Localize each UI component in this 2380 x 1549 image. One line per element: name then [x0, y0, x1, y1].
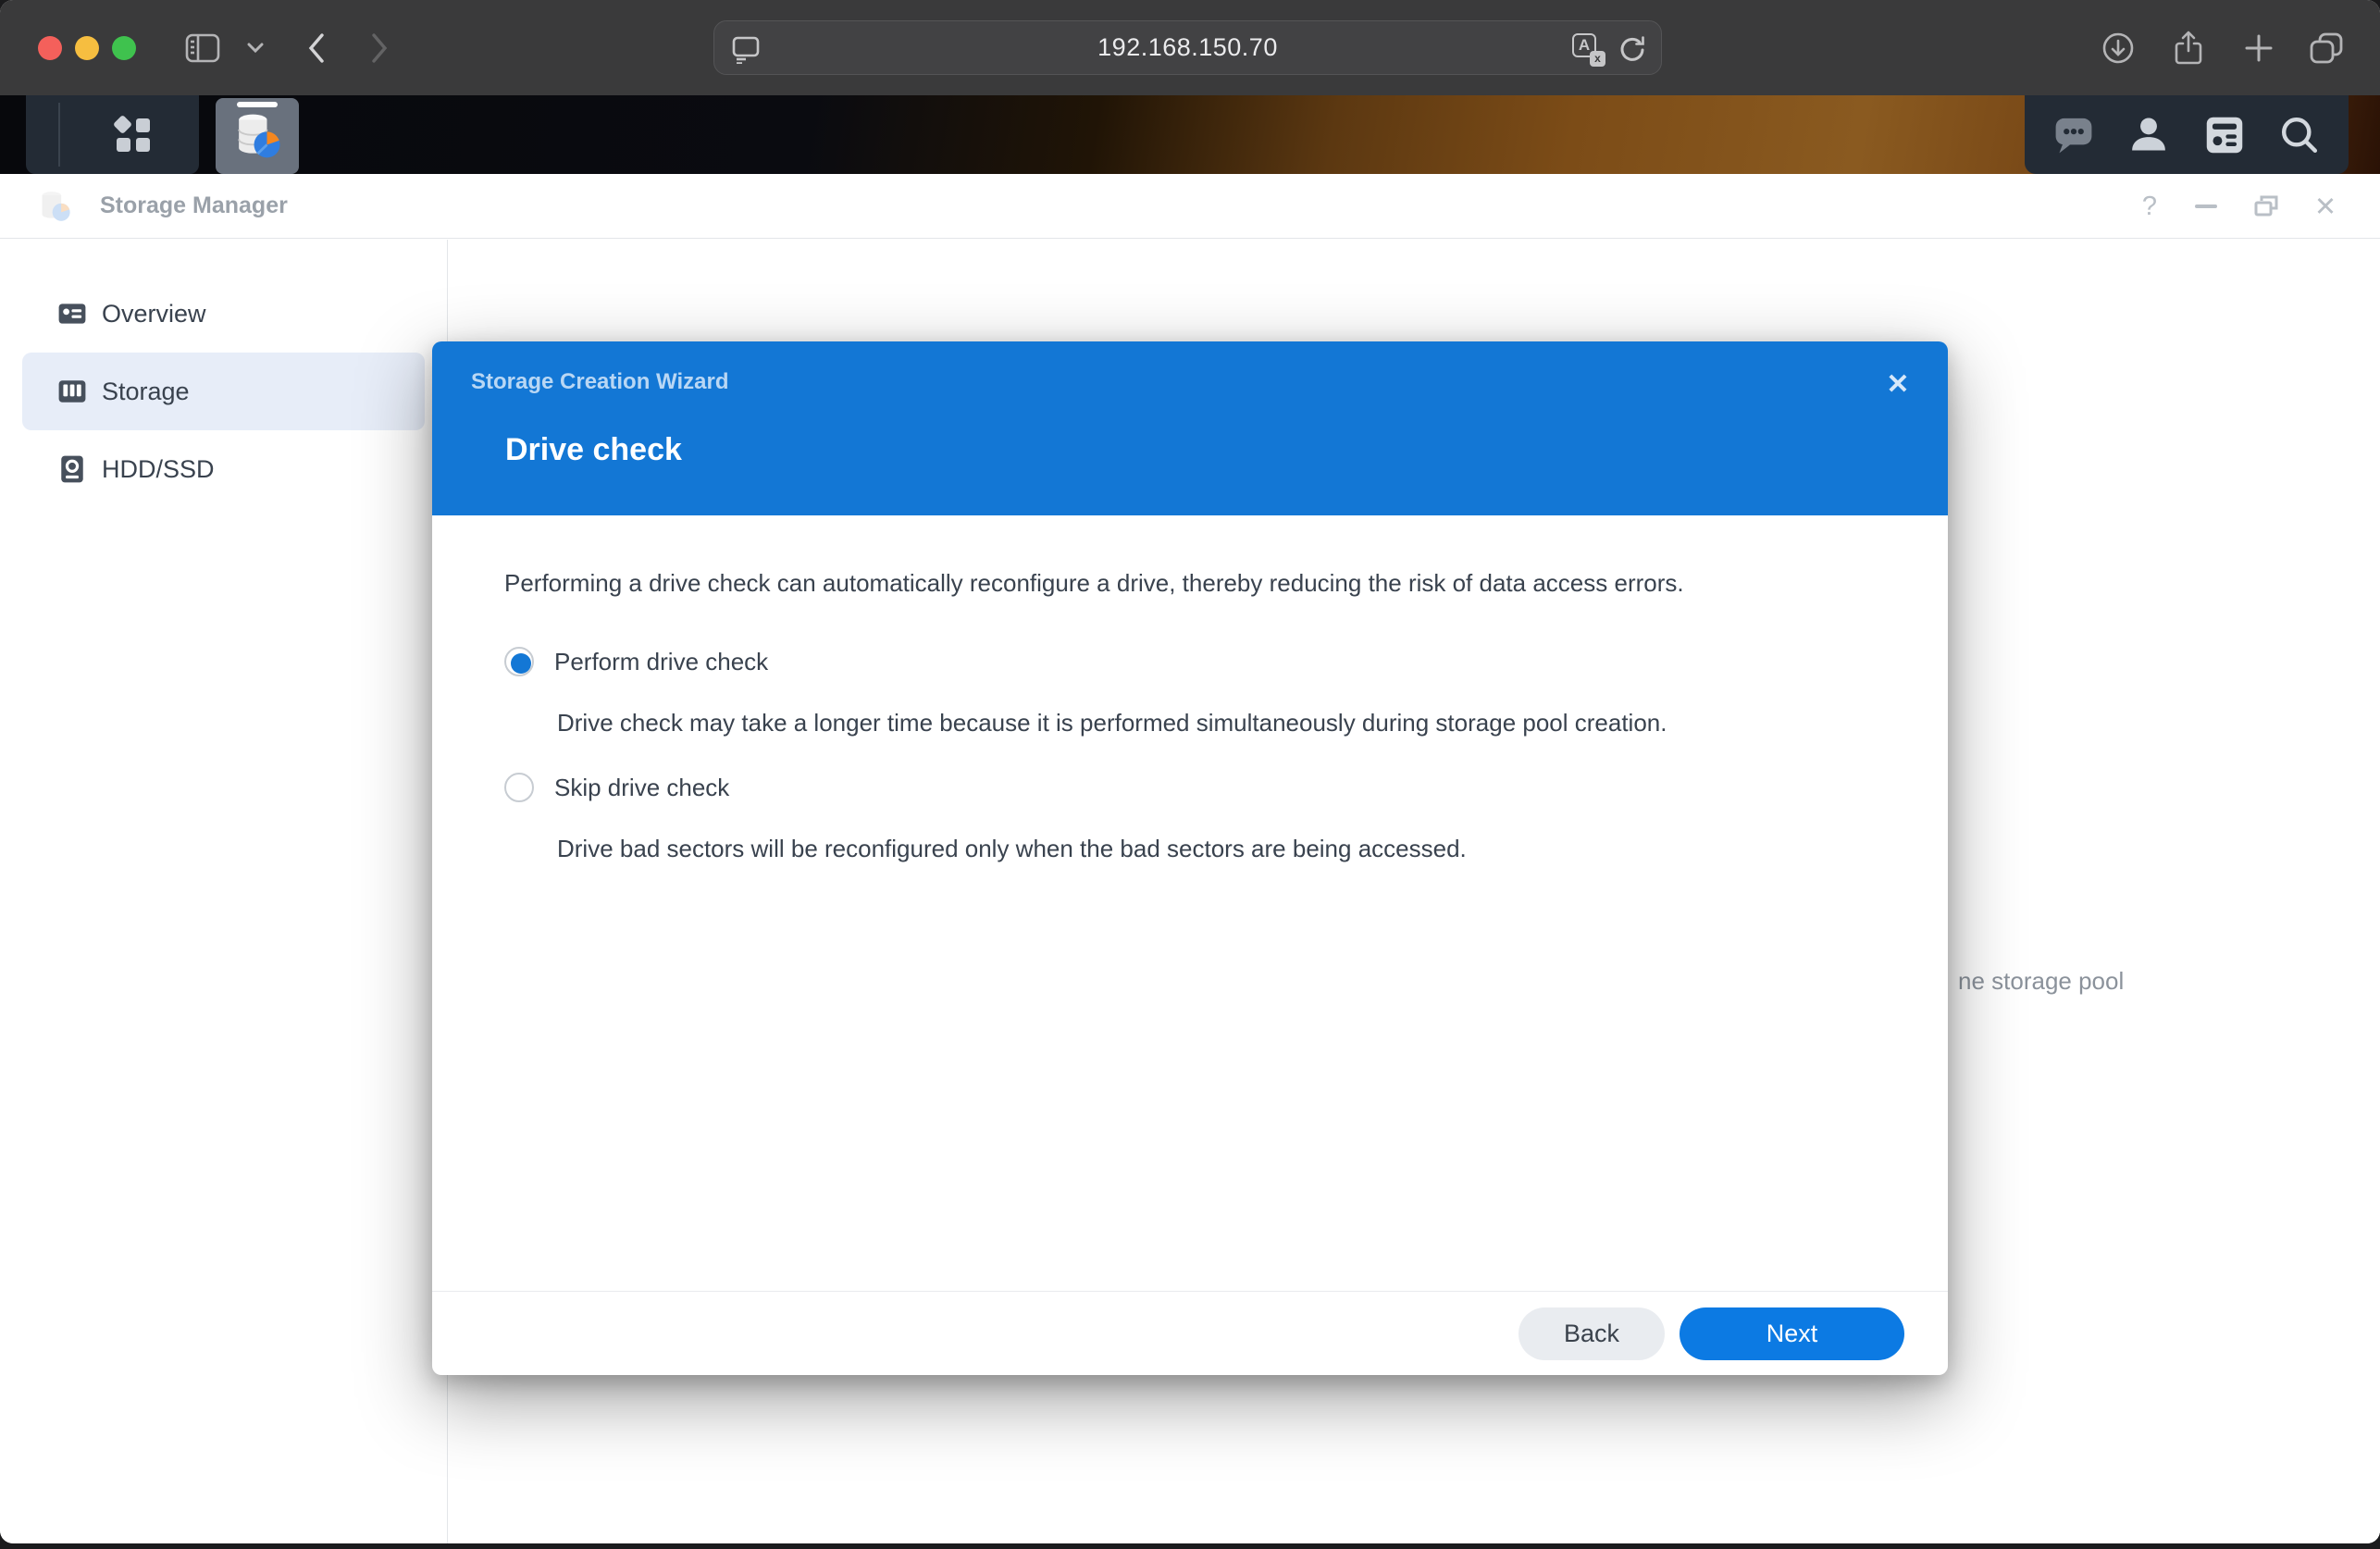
- dsm-left-tray: [26, 95, 199, 174]
- active-app-indicator: [237, 102, 278, 107]
- dialog-footer: Back Next: [432, 1291, 1948, 1375]
- minimize-icon: [2195, 204, 2217, 208]
- sidebar-item-storage[interactable]: Storage: [22, 353, 425, 430]
- new-tab-icon[interactable]: [2239, 0, 2278, 95]
- storage-creation-wizard-dialog: Storage Creation Wizard Drive check ✕ Pe…: [432, 341, 1948, 1375]
- screen: 192.168.150.70 A x Storage Manager ? ✕ O…: [0, 0, 2380, 1549]
- forward-button[interactable]: [361, 0, 398, 95]
- storage-manager-titlebar: Storage Manager ? ✕: [0, 174, 2380, 239]
- notifications-button[interactable]: [2048, 109, 2100, 161]
- tab-overview-icon[interactable]: [2306, 0, 2347, 95]
- chevron-down-icon[interactable]: [239, 0, 272, 95]
- hdd-icon: [61, 455, 83, 483]
- browser-toolbar: 192.168.150.70 A x: [0, 0, 2380, 95]
- next-button[interactable]: Next: [1680, 1307, 1904, 1360]
- radio-option-description: Drive check may take a longer time becau…: [557, 709, 1667, 737]
- minimize-window-button[interactable]: [75, 36, 99, 60]
- radio-option-skip-drive-check[interactable]: Skip drive check: [504, 773, 1874, 802]
- window-title: Storage Manager: [100, 192, 288, 218]
- storage-manager-title-icon: [42, 191, 70, 221]
- radio-unselected-icon[interactable]: [504, 773, 534, 802]
- widgets-button[interactable]: [2199, 109, 2250, 161]
- sidebar-item-label: Overview: [102, 299, 206, 328]
- sidebar-toggle-icon[interactable]: [181, 0, 224, 95]
- overview-icon: [58, 304, 86, 324]
- dialog-body: Performing a drive check can automatical…: [432, 515, 1948, 1291]
- minimize-button[interactable]: [2182, 174, 2230, 239]
- dialog-close-icon[interactable]: ✕: [1878, 364, 1918, 404]
- dialog-step-heading: Drive check: [505, 432, 682, 467]
- restore-icon: [2254, 195, 2278, 217]
- sidebar-item-overview[interactable]: Overview: [22, 275, 425, 353]
- radio-selected-icon[interactable]: [504, 647, 534, 676]
- close-button[interactable]: ✕: [2301, 174, 2349, 239]
- traffic-lights: [38, 36, 136, 60]
- radio-option-perform-drive-check[interactable]: Perform drive check: [504, 647, 1874, 676]
- search-icon: [2281, 117, 2317, 153]
- address-bar[interactable]: 192.168.150.70 A x: [713, 20, 1662, 75]
- main-menu-button[interactable]: [68, 95, 199, 174]
- user-icon: [2132, 117, 2166, 150]
- dialog-description: Performing a drive check can automatical…: [504, 569, 1684, 597]
- storage-manager-taskbar-button[interactable]: [216, 98, 299, 174]
- back-button[interactable]: [298, 0, 335, 95]
- storage-manager-app-icon: [238, 114, 280, 158]
- help-button[interactable]: ?: [2126, 174, 2174, 239]
- back-button[interactable]: Back: [1518, 1307, 1665, 1360]
- dsm-right-tray: [2025, 95, 2349, 174]
- sidebar-item-label: Storage: [102, 377, 190, 405]
- radio-option-label: Perform drive check: [554, 647, 769, 675]
- radio-option-description: Drive bad sectors will be reconfigured o…: [557, 835, 1467, 862]
- dsm-desktop-strip: [0, 95, 2380, 174]
- translate-icon[interactable]: A x: [1572, 21, 1605, 76]
- background-clipped-text: ne storage pool: [1958, 967, 2125, 995]
- app-grid-icon: [114, 115, 150, 152]
- sidebar: Overview Storage HDD/SSD: [0, 240, 448, 1543]
- downloads-icon[interactable]: [2099, 0, 2138, 95]
- storage-icon: [58, 380, 86, 403]
- radio-option-label: Skip drive check: [554, 773, 730, 801]
- url-text[interactable]: 192.168.150.70: [714, 21, 1661, 74]
- user-menu-button[interactable]: [2123, 109, 2175, 161]
- dialog-title: Storage Creation Wizard: [471, 369, 729, 394]
- share-icon[interactable]: [2169, 0, 2208, 95]
- zoom-window-button[interactable]: [112, 36, 136, 60]
- search-button[interactable]: [2274, 109, 2325, 161]
- restore-button[interactable]: [2242, 174, 2290, 239]
- reload-icon[interactable]: [1617, 21, 1648, 76]
- chat-bubble-icon: [2055, 118, 2092, 153]
- sidebar-item-hdd-ssd[interactable]: HDD/SSD: [22, 430, 425, 508]
- widgets-icon: [2206, 117, 2242, 153]
- sidebar-item-label: HDD/SSD: [102, 454, 215, 483]
- close-window-button[interactable]: [38, 36, 62, 60]
- dialog-header: Storage Creation Wizard Drive check ✕: [432, 341, 1948, 515]
- safari-window: 192.168.150.70 A x Storage Manager ? ✕ O…: [0, 0, 2380, 1543]
